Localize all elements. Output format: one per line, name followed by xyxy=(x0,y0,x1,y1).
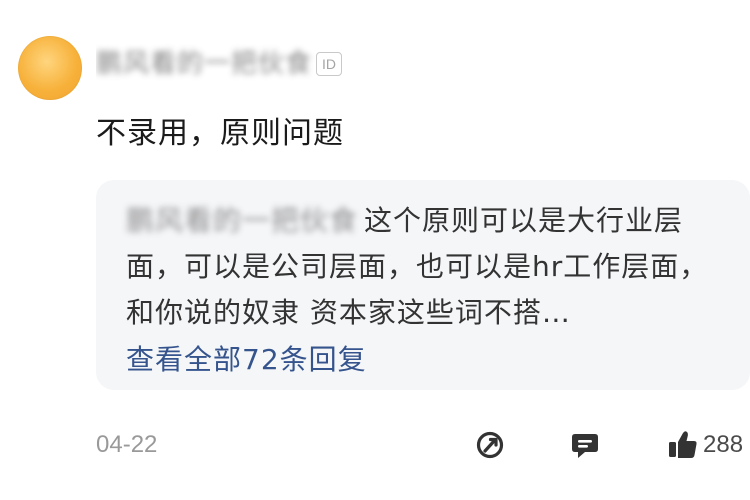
comment-date: 04-22 xyxy=(96,431,158,458)
comment-text: 不录用，原则问题 xyxy=(96,116,344,151)
reply-content: 鹏风看的一把伙食 这个原则可以是大行业层面，可以是公司层面，也可以是hr工作层面，… xyxy=(126,198,726,336)
reply-box[interactable]: 鹏风看的一把伙食 这个原则可以是大行业层面，可以是公司层面，也可以是hr工作层面，… xyxy=(96,180,750,390)
view-all-replies-link[interactable]: 查看全部72条回复 xyxy=(126,340,728,380)
username[interactable]: 鹏风看的一把伙食 xyxy=(96,43,316,83)
comment-icon xyxy=(572,434,598,458)
reply-button[interactable] xyxy=(568,427,602,463)
username-text: 鹏风看的一把伙食 xyxy=(96,49,313,79)
like-button[interactable]: 288 xyxy=(666,427,743,463)
reply-author: 鹏风看的一把伙食 xyxy=(126,204,359,237)
thumbs-up-icon xyxy=(669,431,697,458)
avatar[interactable] xyxy=(18,36,82,100)
share-button[interactable] xyxy=(474,427,508,463)
id-badge: ID xyxy=(316,52,342,76)
like-count: 288 xyxy=(703,431,744,458)
share-icon xyxy=(476,431,504,459)
